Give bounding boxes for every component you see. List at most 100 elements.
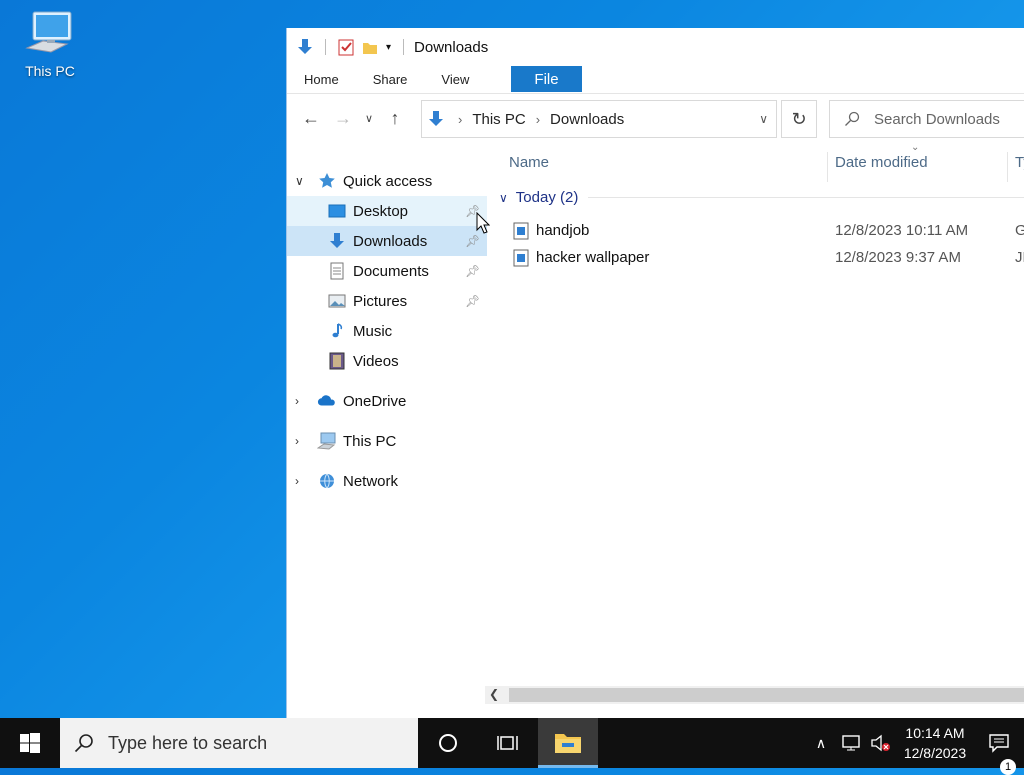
chevron-up-icon: ∧: [815, 734, 827, 751]
scroll-left-icon[interactable]: ❮: [489, 687, 499, 701]
nav-quick-access[interactable]: ∨ Quick access: [287, 166, 487, 196]
nav-this-pc[interactable]: › This PC: [287, 426, 487, 456]
nav-item-videos[interactable]: Videos: [287, 346, 487, 376]
show-hidden-icons-button[interactable]: ∧: [806, 735, 836, 752]
clock[interactable]: 10:14 AM 12/8/2023: [896, 723, 974, 763]
chevron-right-icon[interactable]: ›: [295, 394, 299, 408]
toolbar-divider: [403, 39, 405, 55]
nav-item-music[interactable]: Music: [287, 316, 487, 346]
pin-icon[interactable]: 📌︎: [465, 264, 480, 278]
nav-label: Network: [343, 472, 399, 490]
taskbar: Type here to search ∧ 10:14 AM 12/8/2023…: [0, 718, 1024, 775]
title-bar: ▾ Downloads: [287, 28, 1024, 66]
this-pc-icon: [317, 431, 337, 451]
nav-item-desktop[interactable]: Desktop 📌︎: [287, 196, 487, 226]
file-name: handjob: [536, 222, 590, 239]
music-icon: [327, 321, 347, 341]
clock-time: 10:14 AM: [905, 725, 965, 741]
file-type: G: [1015, 222, 1024, 239]
chevron-down-icon: ∨: [364, 112, 374, 125]
volume-button[interactable]: [866, 734, 896, 752]
nav-label: Music: [353, 322, 393, 340]
task-view-button[interactable]: [478, 718, 538, 768]
taskbar-search-placeholder: Type here to search: [108, 732, 268, 753]
taskbar-search-box[interactable]: Type here to search: [60, 718, 418, 768]
chevron-right-icon[interactable]: ›: [295, 434, 299, 448]
desktop-icon-this-pc[interactable]: This PC: [14, 8, 86, 79]
chevron-down-icon[interactable]: ∨: [499, 191, 508, 205]
tab-share[interactable]: Share: [356, 66, 425, 93]
nav-label: Quick access: [343, 172, 433, 190]
download-arrow-icon: [298, 39, 312, 54]
up-button[interactable]: ↑: [379, 102, 411, 134]
cortana-button[interactable]: [418, 718, 478, 768]
column-header-type[interactable]: Ty: [1015, 154, 1024, 171]
file-name: hacker wallpaper: [536, 249, 650, 266]
file-explorer-window: ▾ Downloads File Home Share View ← → ∨ ↑…: [286, 28, 1024, 718]
file-explorer-icon: [555, 733, 581, 753]
search-icon: [74, 734, 93, 753]
column-divider[interactable]: [1007, 152, 1008, 182]
column-divider[interactable]: [827, 152, 828, 182]
tab-file[interactable]: File: [511, 66, 582, 92]
nav-item-downloads[interactable]: Downloads 📌︎: [287, 226, 487, 256]
desktop-icon: [327, 201, 347, 221]
file-row[interactable]: hacker wallpaper 12/8/2023 9:37 AM JF: [511, 245, 1024, 271]
file-date: 12/8/2023 10:11 AM: [835, 222, 969, 239]
file-group-today[interactable]: ∨ Today (2): [499, 189, 1024, 206]
horizontal-scrollbar[interactable]: ❮: [485, 686, 1024, 704]
videos-icon: [327, 351, 347, 371]
breadcrumb-this-pc[interactable]: This PC: [472, 111, 525, 128]
network-status-button[interactable]: [836, 734, 866, 752]
cortana-circle-icon: [439, 734, 457, 752]
chevron-down-icon[interactable]: ∨: [295, 174, 304, 188]
nav-network[interactable]: › Network: [287, 466, 487, 496]
toolbar-divider: [325, 39, 326, 55]
scrollbar-thumb[interactable]: [509, 688, 1024, 702]
back-button[interactable]: ←: [295, 102, 327, 134]
downloads-icon: [429, 111, 443, 126]
network-icon: [317, 471, 337, 491]
nav-item-pictures[interactable]: Pictures 📌︎: [287, 286, 487, 316]
recent-locations-button[interactable]: ∨: [359, 102, 379, 134]
taskbar-file-explorer[interactable]: [538, 718, 598, 768]
arrow-right-icon: →: [334, 107, 352, 128]
breadcrumb-separator: ›: [535, 111, 541, 127]
action-center-button[interactable]: 1: [974, 733, 1024, 775]
star-icon: [317, 171, 337, 191]
column-header-date[interactable]: Date modified: [835, 154, 928, 171]
pin-icon[interactable]: 📌︎: [465, 294, 480, 308]
ribbon-tabs: File Home Share View: [287, 66, 1024, 94]
file-date: 12/8/2023 9:37 AM: [835, 249, 961, 266]
mouse-cursor-icon: [476, 212, 490, 234]
arrow-up-icon: ↑: [390, 107, 400, 128]
tab-home[interactable]: Home: [287, 66, 356, 93]
tab-view[interactable]: View: [424, 66, 486, 93]
desktop-icon-label: This PC: [25, 63, 75, 79]
column-header-name[interactable]: Name: [509, 154, 549, 171]
new-folder-icon[interactable]: [362, 38, 378, 56]
search-placeholder: Search Downloads: [874, 110, 1000, 128]
refresh-button[interactable]: ↻: [781, 100, 817, 138]
downloads-icon: [327, 231, 347, 251]
search-box[interactable]: Search Downloads: [829, 100, 1024, 138]
breadcrumb-downloads[interactable]: Downloads: [550, 111, 624, 128]
pin-icon[interactable]: 📌︎: [465, 234, 480, 248]
chevron-right-icon[interactable]: ›: [295, 474, 299, 488]
customize-toolbar-icon[interactable]: ▾: [386, 42, 391, 53]
nav-item-documents[interactable]: Documents 📌︎: [287, 256, 487, 286]
forward-button[interactable]: →: [327, 102, 359, 134]
column-headers: Name ⌄ Date modified Ty: [499, 142, 1024, 182]
system-tray: ∧ 10:14 AM 12/8/2023 1: [806, 718, 1024, 775]
file-row[interactable]: handjob 12/8/2023 10:11 AM G: [511, 218, 1024, 244]
task-view-icon: [497, 736, 518, 750]
file-type: JF: [1015, 249, 1024, 266]
properties-icon[interactable]: [338, 38, 354, 56]
address-dropdown-icon[interactable]: ∨: [759, 112, 768, 126]
nav-onedrive[interactable]: › OneDrive: [287, 386, 487, 416]
start-button[interactable]: [0, 718, 60, 768]
address-bar[interactable]: › This PC › Downloads ∨: [421, 100, 777, 138]
window-title: Downloads: [414, 38, 489, 56]
image-file-icon: [513, 249, 529, 267]
